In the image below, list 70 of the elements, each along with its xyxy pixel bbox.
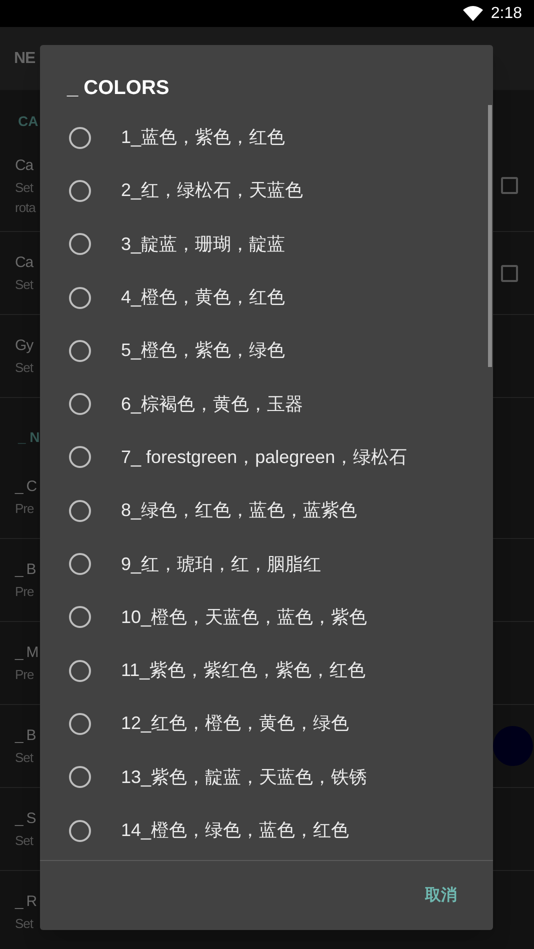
setting-title: _ R (15, 892, 37, 912)
setting-title: Ca (15, 253, 34, 273)
option-label: 3_靛蓝，珊瑚，靛蓝 (121, 232, 286, 256)
option-label: 5_橙色，紫色，绿色 (121, 339, 286, 362)
option-label: 1_蓝色，紫色，红色 (121, 126, 286, 150)
setting-subtitle: Set (15, 276, 34, 294)
setting-subtitle: Set rota (15, 178, 36, 216)
setting-subtitle: Pre (15, 666, 35, 684)
checkbox[interactable] (501, 177, 518, 194)
clock: 2:18 (490, 4, 522, 24)
radio-option[interactable]: 5_橙色，紫色，绿色 (40, 324, 493, 378)
checkbox[interactable] (501, 264, 518, 282)
radio-option[interactable]: 1_蓝色，紫色，红色 (40, 111, 493, 164)
option-label: 4_橙色，黄色，红色 (121, 286, 286, 310)
radio-button[interactable] (69, 766, 91, 788)
section-header: _ N (18, 428, 40, 447)
setting-title: _ S (15, 809, 36, 829)
option-label: 13_紫色，靛蓝，天蓝色，铁锈 (121, 766, 368, 789)
setting-subtitle: Pre (15, 500, 35, 518)
option-label: 11_紫色，紫红色，紫色，红色 (121, 659, 366, 682)
radio-button[interactable] (69, 233, 91, 256)
radio-option[interactable]: 2_红，绿松石，天蓝色 (40, 164, 493, 218)
radio-option[interactable]: 13_紫色，靛蓝，天蓝色，铁锈 (40, 750, 493, 804)
option-label: 2_红，绿松石，天蓝色 (121, 179, 304, 202)
radio-option[interactable]: 10_橙色，天蓝色，蓝色，紫色 (40, 590, 493, 644)
color-swatch[interactable] (493, 726, 533, 766)
setting-subtitle: Set (15, 749, 34, 767)
setting-title: Gy (15, 336, 34, 356)
option-label: 12_红色，橙色，黄色，绿色 (121, 712, 350, 736)
radio-button[interactable] (69, 500, 91, 522)
wifi-icon (462, 6, 483, 21)
radio-option[interactable]: 12_红色，橙色，黄色，绿色 (40, 697, 493, 751)
radio-option[interactable]: 3_靛蓝，珊瑚，靛蓝 (40, 218, 493, 271)
option-label: 14_橙色，绿色，蓝色，红色 (121, 819, 350, 842)
setting-subtitle: Set (15, 832, 34, 850)
radio-option[interactable]: 7_ forestgreen，palegreen，绿松石 (40, 430, 493, 484)
section-header: CA (18, 112, 38, 131)
radio-button[interactable] (69, 712, 91, 735)
setting-subtitle: Set (15, 359, 34, 377)
radio-button[interactable] (69, 446, 91, 468)
app-title: NE (14, 48, 36, 68)
radio-button[interactable] (69, 820, 91, 842)
radio-button[interactable] (69, 286, 91, 309)
setting-title: _ B (15, 726, 36, 746)
cancel-button[interactable]: 取消 (421, 880, 461, 912)
option-label: 8_绿色，红色，蓝色，蓝紫色 (121, 499, 358, 522)
radio-button[interactable] (69, 553, 91, 576)
radio-button[interactable] (69, 660, 91, 682)
radio-button[interactable] (69, 393, 91, 416)
setting-title: _ C (15, 477, 37, 497)
radio-option[interactable]: 11_紫色，紫红色，紫色，红色 (40, 644, 493, 698)
option-label: 9_红，琥珀，红，胭脂红 (121, 552, 322, 576)
radio-button[interactable] (69, 340, 91, 362)
setting-subtitle: Set (15, 915, 34, 933)
setting-title: _ M (15, 643, 38, 663)
radio-option[interactable]: 8_绿色，红色，蓝色，蓝紫色 (40, 484, 493, 538)
radio-option[interactable]: 9_红，琥珀，红，胭脂红 (40, 537, 493, 591)
option-label: 10_橙色，天蓝色，蓝色，紫色 (121, 606, 368, 629)
radio-option[interactable]: 6_棕褐色，黄色，玉器 (40, 377, 493, 431)
option-label: 7_ forestgreen，palegreen，绿松石 (121, 446, 408, 469)
radio-button[interactable] (69, 126, 91, 149)
option-label: 6_棕褐色，黄色，玉器 (121, 392, 304, 416)
dialog-title: _ COLORS (67, 76, 170, 101)
setting-title: _ B (15, 560, 36, 580)
radio-option[interactable]: 4_橙色，黄色，红色 (40, 270, 493, 324)
setting-title: Ca (15, 156, 35, 176)
radio-option[interactable]: 14_橙色，绿色，蓝色，红色 (40, 804, 493, 858)
radio-button[interactable] (69, 606, 91, 628)
radio-button[interactable] (69, 180, 91, 202)
setting-subtitle: Pre (15, 583, 35, 601)
